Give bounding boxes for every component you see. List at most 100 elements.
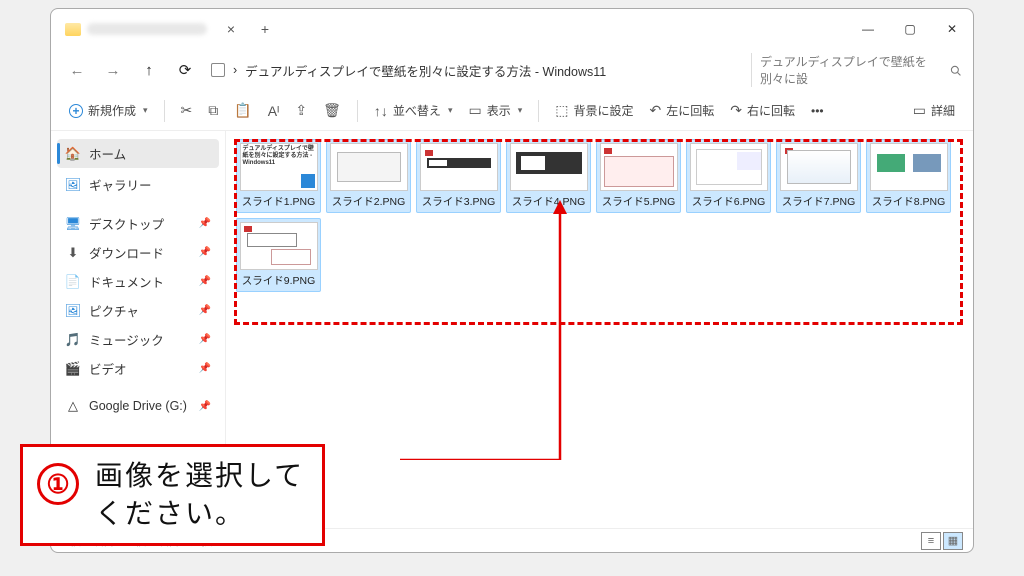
rotate-left-icon: ↶ xyxy=(650,102,662,119)
sidebar-item-videos[interactable]: 🎬ビデオ📌 xyxy=(51,354,225,383)
file-grid: デュアルディスプレイで壁紙を別々に設定する方法 - Windows11 スライド… xyxy=(236,139,963,292)
sidebar-label: ダウンロード xyxy=(89,243,164,262)
new-label: 新規作成 xyxy=(88,102,136,119)
set-background-button[interactable]: ⬚背景に設定 xyxy=(549,98,639,123)
annotation-text: 画像を選択して ください。 xyxy=(95,457,304,533)
sidebar-divider xyxy=(51,199,225,209)
bg-label: 背景に設定 xyxy=(573,102,633,119)
view-label: 表示 xyxy=(487,102,511,119)
file-item[interactable]: スライド9.PNG xyxy=(236,218,321,292)
pin-icon: 📌 xyxy=(199,363,211,374)
titlebar: × + ― ▢ ✕ xyxy=(51,9,973,49)
paste-button[interactable]: 📋 xyxy=(228,98,257,123)
file-item[interactable]: スライド3.PNG xyxy=(416,139,501,213)
file-label: スライド5.PNG xyxy=(602,194,676,209)
details-pane-button[interactable]: ▭詳細 xyxy=(907,98,961,123)
thumbnail xyxy=(600,143,678,191)
chevron-down-icon: ▾ xyxy=(448,105,453,116)
window-controls: ― ▢ ✕ xyxy=(847,13,973,45)
rename-button[interactable]: Aᴵ xyxy=(262,99,286,123)
file-label: スライド1.PNG xyxy=(242,194,316,209)
file-item[interactable]: スライド6.PNG xyxy=(686,139,771,213)
pin-icon: 📌 xyxy=(199,247,211,258)
search-box[interactable]: デュアルディスプレイで壁紙を別々に設 xyxy=(751,53,961,87)
sidebar-item-documents[interactable]: 📄ドキュメント📌 xyxy=(51,267,225,296)
file-item[interactable]: スライド4.PNG xyxy=(506,139,591,213)
sidebar-label: ホーム xyxy=(89,144,126,163)
thumb-text: デュアルディスプレイで壁紙を別々に設定する方法 - Windows11 xyxy=(243,146,315,167)
sidebar-item-gallery[interactable]: 🖼 ギャラリー xyxy=(51,170,225,199)
document-icon: 📄 xyxy=(65,274,81,290)
download-icon: ⬇ xyxy=(65,245,81,261)
sidebar-item-gdrive[interactable]: △Google Drive (G:)📌 xyxy=(51,393,225,419)
new-button[interactable]: + 新規作成 ▾ xyxy=(63,98,154,123)
sidebar-item-pictures[interactable]: 🖼ピクチャ📌 xyxy=(51,296,225,325)
address-bar[interactable]: › デュアルディスプレイで壁紙を別々に設定する方法 - Windows11 xyxy=(207,61,743,80)
up-button[interactable]: ↑ xyxy=(135,56,163,84)
sidebar-item-home[interactable]: 🏠ホーム xyxy=(57,139,219,168)
more-button[interactable]: ••• xyxy=(805,100,830,122)
sidebar-label: Google Drive (G:) xyxy=(89,399,187,413)
file-item[interactable]: スライド7.PNG xyxy=(776,139,861,213)
file-item[interactable]: スライド8.PNG xyxy=(866,139,951,213)
back-button[interactable]: ← xyxy=(63,56,91,84)
sidebar-label: ミュージック xyxy=(89,330,164,349)
list-view-button[interactable]: ≡ xyxy=(921,532,941,550)
sidebar-item-downloads[interactable]: ⬇ ダウンロード 📌 xyxy=(51,238,225,267)
thumbnail: デュアルディスプレイで壁紙を別々に設定する方法 - Windows11 xyxy=(240,143,318,191)
refresh-button[interactable]: ⟳ xyxy=(171,56,199,84)
sort-button[interactable]: ↑↓ 並べ替え ▾ xyxy=(368,98,459,123)
copy-button[interactable]: ⧉ xyxy=(202,98,224,123)
copy-icon: ⧉ xyxy=(208,102,218,119)
close-window-button[interactable]: ✕ xyxy=(931,13,973,45)
annotation-line2: ください。 xyxy=(95,495,304,533)
annotation-number: ① xyxy=(37,463,79,505)
view-mode-buttons: ≡ ▦ xyxy=(921,532,963,550)
scissors-icon: ✂ xyxy=(181,102,193,119)
pin-icon: 📌 xyxy=(199,305,211,316)
maximize-button[interactable]: ▢ xyxy=(889,13,931,45)
browser-tab[interactable]: × xyxy=(59,17,247,41)
pin-icon: 📌 xyxy=(199,218,211,229)
tab-close-button[interactable]: × xyxy=(221,21,241,37)
sidebar-label: デスクトップ xyxy=(89,214,164,233)
sort-label: 並べ替え xyxy=(393,102,441,119)
sidebar-item-desktop[interactable]: 🖥デスクトップ📌 xyxy=(51,209,225,238)
file-label: スライド7.PNG xyxy=(782,194,856,209)
annotation-callout: ① 画像を選択して ください。 xyxy=(20,444,325,546)
view-button[interactable]: ▭表示▾ xyxy=(462,98,528,123)
forward-button[interactable]: → xyxy=(99,56,127,84)
new-tab-button[interactable]: + xyxy=(255,21,275,37)
rename-icon: Aᴵ xyxy=(268,103,280,119)
gallery-icon: 🖼 xyxy=(65,177,81,193)
delete-button[interactable]: 🗑 xyxy=(317,98,347,123)
file-item[interactable]: デュアルディスプレイで壁紙を別々に設定する方法 - Windows11 スライド… xyxy=(236,139,321,213)
minimize-button[interactable]: ― xyxy=(847,13,889,45)
thumbnail xyxy=(240,222,318,270)
plus-circle-icon: + xyxy=(69,104,83,118)
content-area[interactable]: デュアルディスプレイで壁紙を別々に設定する方法 - Windows11 スライド… xyxy=(226,131,973,528)
file-item[interactable]: スライド5.PNG xyxy=(596,139,681,213)
sort-icon: ↑↓ xyxy=(374,103,388,119)
cut-button[interactable]: ✂ xyxy=(175,98,199,123)
separator xyxy=(538,100,539,122)
search-placeholder: デュアルディスプレイで壁紙を別々に設 xyxy=(760,53,944,87)
thumbnail-view-button[interactable]: ▦ xyxy=(943,532,963,550)
rotate-left-button[interactable]: ↶左に回転 xyxy=(644,98,721,123)
thumbnail xyxy=(780,143,858,191)
share-button[interactable]: ⇪ xyxy=(289,98,313,123)
view-icon: ▭ xyxy=(468,102,481,119)
sidebar-label: ギャラリー xyxy=(89,175,152,194)
thumbnail xyxy=(420,143,498,191)
sidebar-label: ビデオ xyxy=(89,359,127,378)
breadcrumb-path[interactable]: デュアルディスプレイで壁紙を別々に設定する方法 - Windows11 xyxy=(245,61,606,80)
separator xyxy=(357,100,358,122)
sidebar-item-music[interactable]: 🎵ミュージック📌 xyxy=(51,325,225,354)
pin-icon: 📌 xyxy=(199,401,211,412)
file-item[interactable]: スライド2.PNG xyxy=(326,139,411,213)
sidebar-label: ドキュメント xyxy=(89,272,164,291)
sidebar-divider xyxy=(51,383,225,393)
search-icon xyxy=(950,64,961,77)
rotate-right-button[interactable]: ↷右に回転 xyxy=(724,98,801,123)
share-icon: ⇪ xyxy=(295,102,307,119)
